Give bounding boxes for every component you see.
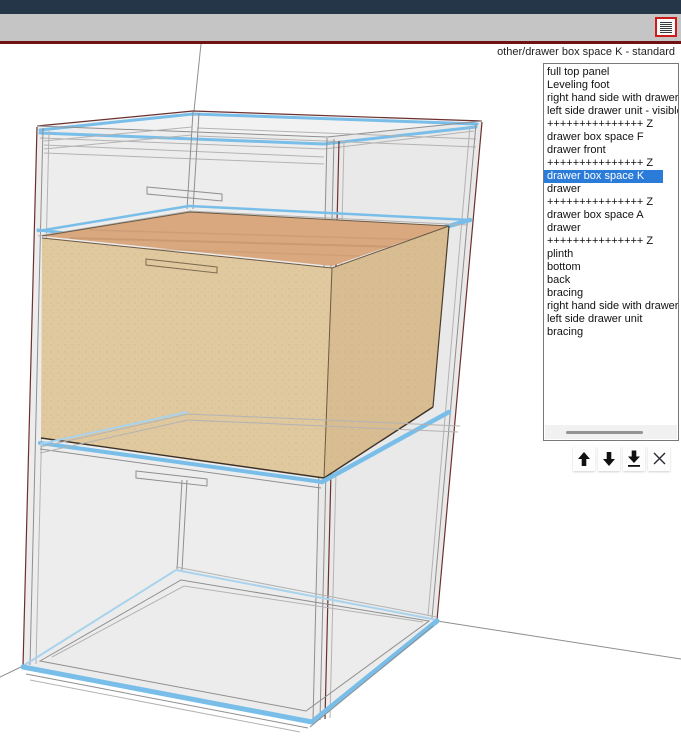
move-down-button[interactable] [598,446,620,471]
x-icon [653,452,665,465]
list-item[interactable]: +++++++++++++++ Z [544,196,678,209]
list-action-buttons [573,446,670,471]
list-item[interactable]: drawer front [544,144,678,157]
list-item[interactable]: bottom [544,261,678,274]
component-listbox[interactable]: full top panel Leveling foot right hand si… [543,63,679,441]
arrow-down-underline-icon [628,450,640,467]
list-item[interactable]: left side drawer unit - visible [544,105,678,118]
move-to-bottom-button[interactable] [623,446,645,471]
list-item[interactable]: Leveling foot [544,79,678,92]
hamburger-menu-button[interactable] [655,17,677,37]
active-component-path: other/drawer box space K - standard [497,46,675,58]
list-item[interactable]: drawer [544,222,678,235]
component-list: full top panel Leveling foot right hand si… [544,64,678,339]
arrow-down-icon [603,451,615,466]
list-item[interactable]: drawer box space A [544,209,678,222]
toolbar [0,14,681,41]
list-item[interactable]: drawer box space K [544,170,663,183]
arrow-up-icon [578,451,590,466]
list-item[interactable]: bracing [544,326,678,339]
list-item[interactable]: right hand side with drawer - [544,92,678,105]
delete-button[interactable] [648,446,670,471]
list-item[interactable]: full top panel [544,66,678,79]
title-bar [0,0,681,14]
list-item[interactable]: +++++++++++++++ Z [544,118,678,131]
list-item[interactable]: plinth [544,248,678,261]
list-item[interactable]: bracing [544,287,678,300]
list-item[interactable]: left side drawer unit [544,313,678,326]
move-up-button[interactable] [573,446,595,471]
list-horizontal-scrollbar[interactable] [545,425,677,439]
list-item[interactable]: +++++++++++++++ Z [544,157,678,170]
scrollbar-thumb[interactable] [566,431,643,434]
list-item[interactable]: back [544,274,678,287]
list-item[interactable]: right hand side with drawer [544,300,678,313]
list-item[interactable]: drawer box space F [544,131,678,144]
application-window: other/drawer box space K - standard full… [0,0,681,743]
list-item[interactable]: drawer [544,183,678,196]
list-item[interactable]: +++++++++++++++ Z [544,235,678,248]
